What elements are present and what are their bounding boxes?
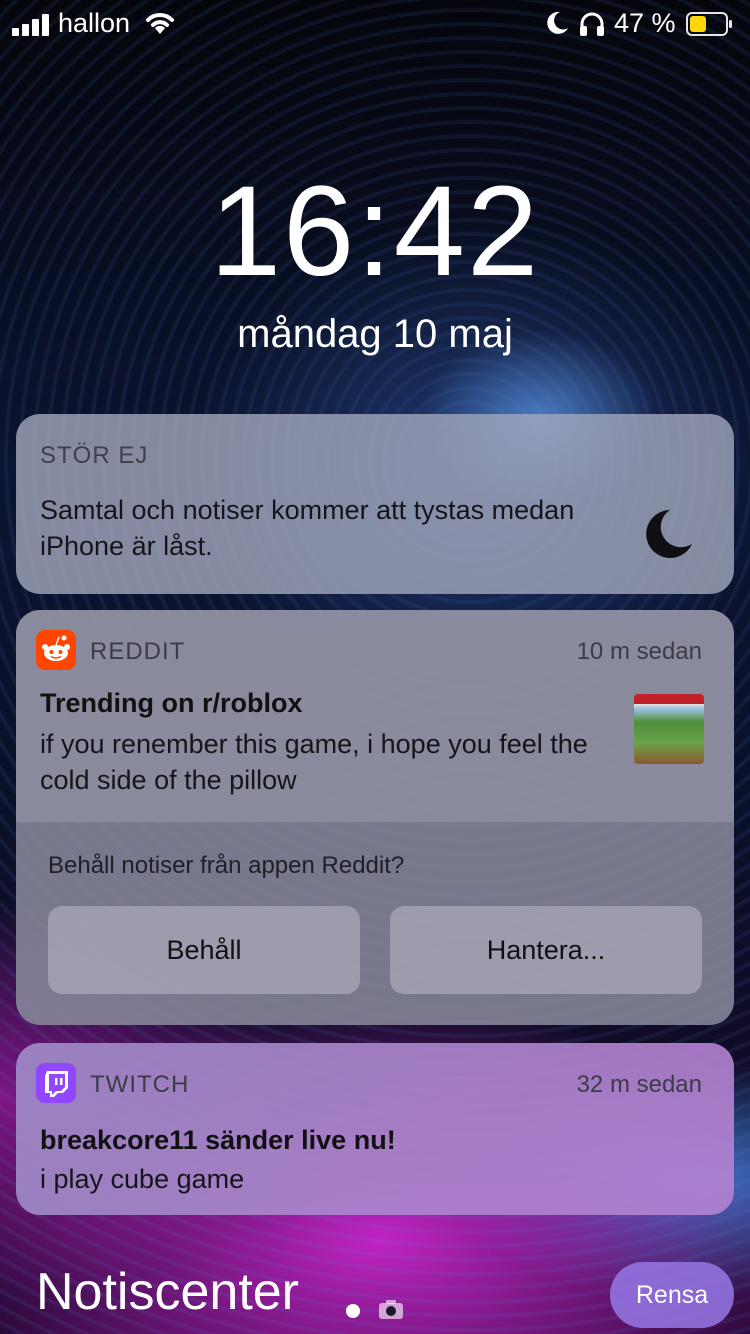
- lock-screen-time: 16:42: [209, 160, 541, 303]
- reddit-notification-thumbnail: [634, 694, 704, 764]
- notification-center-title: Notiscenter: [36, 1263, 299, 1321]
- page-indicator-dot: [346, 1304, 360, 1318]
- reddit-app-name: REDDIT: [90, 638, 186, 665]
- twitch-time-ago: 32 m sedan: [576, 1071, 702, 1098]
- keep-button[interactable]: Behåll: [48, 906, 360, 994]
- cellular-signal-icon: [12, 14, 52, 36]
- battery-percentage: 47 %: [614, 8, 676, 38]
- reddit-notification-body: if you renember this game, i hope you fe…: [40, 729, 588, 795]
- reddit-app-icon: [36, 630, 76, 670]
- dnd-title: STÖR EJ: [40, 442, 149, 469]
- lock-screen-date: måndag 10 maj: [237, 312, 513, 356]
- manage-button[interactable]: Hantera...: [390, 906, 702, 994]
- twitch-notification-body: i play cube game: [40, 1164, 245, 1194]
- reddit-notification-title: Trending on r/roblox: [40, 688, 303, 718]
- do-not-disturb-card[interactable]: STÖR EJ Samtal och notiser kommer att ty…: [16, 414, 734, 594]
- twitch-notification-card[interactable]: TWITCH 32 m sedan breakcore11 sänder liv…: [16, 1043, 734, 1215]
- twitch-app-icon: [36, 1063, 76, 1103]
- twitch-notification-title: breakcore11 sänder live nu!: [40, 1125, 396, 1155]
- headphones-icon: [580, 12, 604, 36]
- reddit-notification-card[interactable]: REDDIT 10 m sedan Trending on r/roblox i…: [16, 610, 734, 1025]
- carrier-name: hallon: [58, 8, 131, 38]
- dnd-description: Samtal och notiser kommer att tystas med…: [40, 495, 575, 561]
- wifi-icon: [146, 13, 174, 34]
- battery-icon: [686, 12, 732, 36]
- reddit-time-ago: 10 m sedan: [576, 638, 702, 665]
- keep-notifications-prompt: Behåll notiser från appen Reddit?: [48, 852, 405, 879]
- twitch-app-name: TWITCH: [90, 1071, 190, 1098]
- clear-button[interactable]: Rensa: [610, 1262, 734, 1328]
- do-not-disturb-moon-icon: [547, 11, 568, 34]
- moon-icon: [646, 510, 692, 558]
- camera-page-icon: [379, 1300, 403, 1319]
- status-bar: hallon 47 %: [0, 0, 750, 50]
